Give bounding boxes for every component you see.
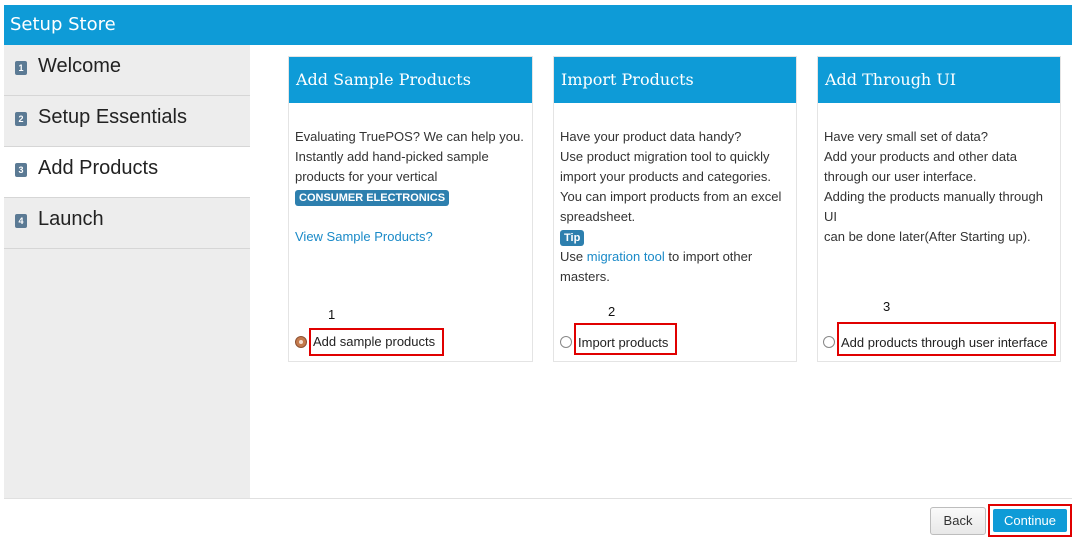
continue-button[interactable]: Continue xyxy=(993,509,1067,532)
add-products-through-ui-option[interactable]: Add products through user interface xyxy=(837,322,1056,356)
description-line: You can import products from an excel xyxy=(560,189,782,204)
view-sample-products-link[interactable]: View Sample Products? xyxy=(295,229,433,244)
card-header: Add Through UI xyxy=(818,57,1060,103)
sidebar-item-launch[interactable]: 4 Launch xyxy=(4,198,250,249)
card-description: Evaluating TruePOS? We can help you. Ins… xyxy=(295,127,528,247)
tip-text: Use xyxy=(560,249,587,264)
title-bar: Setup Store xyxy=(4,5,1072,45)
step-number-badge: 1 xyxy=(15,61,27,75)
sidebar-item-welcome[interactable]: 1 Welcome xyxy=(4,45,250,96)
description-line: Adding the products manually through UI xyxy=(824,189,1043,224)
sample-products-radio[interactable] xyxy=(295,336,307,348)
sidebar-item-label: Launch xyxy=(38,208,104,230)
footer-bar: Back Continue xyxy=(4,498,1072,540)
description-line: spreadsheet. xyxy=(560,209,636,224)
tip-badge: Tip xyxy=(560,230,585,246)
card-header: Import Products xyxy=(554,57,796,103)
description-line: can be done later(After Starting up). xyxy=(824,229,1031,244)
back-button[interactable]: Back xyxy=(930,507,986,535)
step-number-badge: 3 xyxy=(15,163,27,177)
sidebar-item-label: Setup Essentials xyxy=(38,106,187,128)
sidebar-item-add-products[interactable]: 3 Add Products xyxy=(4,147,250,198)
import-products-option[interactable]: Import products xyxy=(574,323,677,355)
description-line: Use product migration tool to quickly xyxy=(560,149,770,164)
card-add-through-ui: Add Through UI Have very small set of da… xyxy=(817,56,1061,362)
import-products-radio[interactable] xyxy=(560,336,572,348)
card-import-products: Import Products Have your product data h… xyxy=(553,56,797,362)
tip-text: to import other xyxy=(664,249,753,264)
description-line: Have your product data handy? xyxy=(560,129,742,144)
description-line: through our user interface. xyxy=(824,169,977,184)
sidebar: 1 Welcome 2 Setup Essentials 3 Add Produ… xyxy=(4,45,250,498)
annotation-number: 3 xyxy=(883,299,891,314)
description-line: Evaluating TruePOS? We can help you. xyxy=(295,129,524,144)
sidebar-item-setup-essentials[interactable]: 2 Setup Essentials xyxy=(4,96,250,147)
step-number-badge: 2 xyxy=(15,112,27,126)
description-line: Instantly add hand-picked sample xyxy=(295,149,489,164)
step-number-badge: 4 xyxy=(15,214,27,228)
vertical-badge: CONSUMER ELECTRONICS xyxy=(295,190,450,206)
card-header: Add Sample Products xyxy=(289,57,532,103)
card-title: Add Sample Products xyxy=(296,70,471,89)
card-add-sample-products: Add Sample Products Evaluating TruePOS? … xyxy=(288,56,533,362)
annotation-number: 2 xyxy=(608,304,616,319)
card-title: Add Through UI xyxy=(825,70,957,89)
migration-tool-link[interactable]: migration tool xyxy=(587,249,665,264)
description-line: import your products and categories. xyxy=(560,169,771,184)
tip-text: masters. xyxy=(560,269,610,284)
card-description: Have your product data handy? Use produc… xyxy=(560,127,792,287)
add-sample-products-option[interactable]: Add sample products xyxy=(309,328,444,356)
description-line: products for your vertical xyxy=(295,169,438,184)
continue-highlight: Continue xyxy=(988,504,1072,537)
description-line: Have very small set of data? xyxy=(824,129,989,144)
card-title: Import Products xyxy=(561,70,694,89)
card-description: Have very small set of data? Add your pr… xyxy=(824,127,1056,247)
description-line: Add your products and other data xyxy=(824,149,1017,164)
annotation-number: 1 xyxy=(328,307,336,322)
sidebar-item-label: Welcome xyxy=(38,55,121,77)
window-title: Setup Store xyxy=(10,14,116,35)
user-interface-radio[interactable] xyxy=(823,336,835,348)
sidebar-item-label: Add Products xyxy=(38,157,159,179)
